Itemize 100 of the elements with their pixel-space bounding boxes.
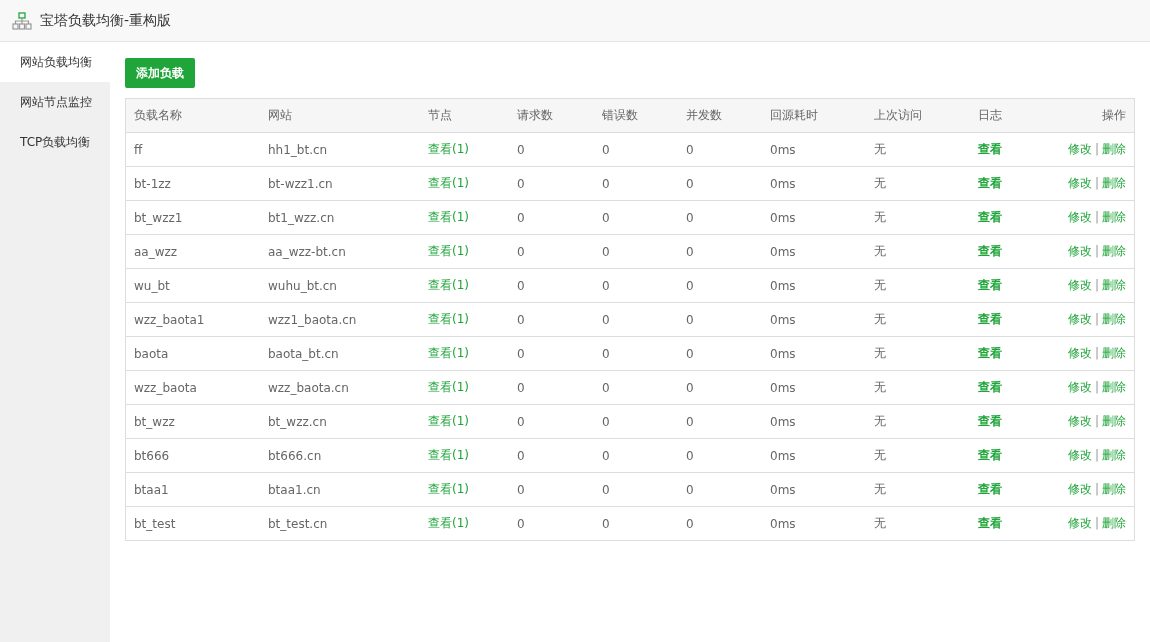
- view-log-link[interactable]: 查看: [978, 448, 1002, 462]
- sidebar-item[interactable]: TCP负载均衡: [0, 122, 110, 162]
- delete-link[interactable]: 删除: [1102, 142, 1126, 156]
- view-nodes-link[interactable]: 查看(1): [428, 482, 469, 496]
- table-cell: hh1_bt.cn: [260, 132, 420, 167]
- table-cell: 无: [866, 472, 970, 507]
- edit-link[interactable]: 修改: [1067, 312, 1092, 326]
- delete-link[interactable]: 删除: [1102, 312, 1126, 326]
- edit-link[interactable]: 修改: [1067, 142, 1092, 156]
- table-cell: 0ms: [762, 234, 866, 269]
- view-log-link[interactable]: 查看: [978, 244, 1002, 258]
- sidebar-item[interactable]: 网站负载均衡: [0, 42, 110, 82]
- delete-link[interactable]: 删除: [1102, 278, 1126, 292]
- view-log-link[interactable]: 查看: [978, 176, 1002, 190]
- table-cell: 无: [866, 302, 970, 337]
- delete-link[interactable]: 删除: [1102, 380, 1126, 394]
- table-cell: 0ms: [762, 404, 866, 439]
- column-header: 并发数: [678, 98, 762, 133]
- table-cell: baota: [125, 336, 260, 371]
- table-cell: 无: [866, 132, 970, 167]
- table-cell: 0: [509, 404, 594, 439]
- edit-link[interactable]: 修改: [1067, 448, 1092, 462]
- separator: |: [1094, 346, 1099, 360]
- view-nodes-link[interactable]: 查看(1): [428, 176, 469, 190]
- table-cell: 0ms: [762, 302, 866, 337]
- separator: |: [1094, 312, 1099, 326]
- window-title: 宝塔负载均衡-重构版: [40, 11, 172, 30]
- table-cell: bt1_wzz.cn: [260, 200, 420, 235]
- table-cell: 0: [509, 234, 594, 269]
- view-log-link[interactable]: 查看: [978, 210, 1002, 224]
- table-cell: 0: [594, 438, 678, 473]
- table-cell: aa_wzz-bt.cn: [260, 234, 420, 269]
- separator: |: [1094, 176, 1099, 190]
- table-cell: 0: [509, 200, 594, 235]
- network-icon: [12, 11, 32, 30]
- delete-link[interactable]: 删除: [1102, 448, 1126, 462]
- view-nodes-link[interactable]: 查看(1): [428, 142, 469, 156]
- edit-link[interactable]: 修改: [1067, 414, 1092, 428]
- edit-link[interactable]: 修改: [1067, 346, 1092, 360]
- table-cell: 0: [509, 268, 594, 303]
- table-cell: 0: [509, 132, 594, 167]
- table-cell: 0: [509, 370, 594, 405]
- separator: |: [1094, 244, 1099, 258]
- view-nodes-link[interactable]: 查看(1): [428, 380, 469, 394]
- view-log-link[interactable]: 查看: [978, 346, 1002, 360]
- table-cell: 无: [866, 370, 970, 405]
- table-cell: 无: [866, 200, 970, 235]
- delete-link[interactable]: 删除: [1102, 414, 1126, 428]
- view-nodes-link[interactable]: 查看(1): [428, 278, 469, 292]
- table-cell: 0: [594, 472, 678, 507]
- separator: |: [1094, 278, 1099, 292]
- view-log-link[interactable]: 查看: [978, 278, 1002, 292]
- delete-link[interactable]: 删除: [1102, 176, 1126, 190]
- view-nodes-link[interactable]: 查看(1): [428, 244, 469, 258]
- view-log-link[interactable]: 查看: [978, 414, 1002, 428]
- table-cell: bt666: [125, 438, 260, 473]
- view-log-link[interactable]: 查看: [978, 312, 1002, 326]
- table-cell: 0: [594, 336, 678, 371]
- table-cell: 0ms: [762, 166, 866, 201]
- edit-link[interactable]: 修改: [1067, 516, 1092, 530]
- table-cell: 0: [678, 132, 762, 167]
- column-header: 网站: [260, 98, 420, 133]
- view-log-link[interactable]: 查看: [978, 380, 1002, 394]
- view-log-link[interactable]: 查看: [978, 142, 1002, 156]
- view-log-link[interactable]: 查看: [978, 482, 1002, 496]
- table-cell: 无: [866, 506, 970, 541]
- table-cell: 0: [509, 336, 594, 371]
- separator: |: [1094, 414, 1099, 428]
- delete-link[interactable]: 删除: [1102, 210, 1126, 224]
- view-nodes-link[interactable]: 查看(1): [428, 346, 469, 360]
- edit-link[interactable]: 修改: [1067, 278, 1092, 292]
- column-header: 错误数: [594, 98, 678, 133]
- separator: |: [1094, 482, 1099, 496]
- table-cell: 0ms: [762, 370, 866, 405]
- view-nodes-link[interactable]: 查看(1): [428, 516, 469, 530]
- edit-link[interactable]: 修改: [1067, 482, 1092, 496]
- delete-link[interactable]: 删除: [1102, 482, 1126, 496]
- delete-link[interactable]: 删除: [1102, 346, 1126, 360]
- edit-link[interactable]: 修改: [1067, 244, 1092, 258]
- view-nodes-link[interactable]: 查看(1): [428, 448, 469, 462]
- delete-link[interactable]: 删除: [1102, 516, 1126, 530]
- view-nodes-link[interactable]: 查看(1): [428, 210, 469, 224]
- table-cell: 0: [509, 506, 594, 541]
- add-button[interactable]: 添加负载: [125, 58, 195, 88]
- table-cell: 0ms: [762, 472, 866, 507]
- table-cell: wzz_baota: [125, 370, 260, 405]
- view-nodes-link[interactable]: 查看(1): [428, 414, 469, 428]
- delete-link[interactable]: 删除: [1102, 244, 1126, 258]
- view-log-link[interactable]: 查看: [978, 516, 1002, 530]
- edit-link[interactable]: 修改: [1067, 176, 1092, 190]
- edit-link[interactable]: 修改: [1067, 210, 1092, 224]
- view-nodes-link[interactable]: 查看(1): [428, 312, 469, 326]
- table-cell: 无: [866, 268, 970, 303]
- edit-link[interactable]: 修改: [1067, 380, 1092, 394]
- table-cell: 0: [594, 268, 678, 303]
- table-cell: 无: [866, 336, 970, 371]
- table-cell: 0: [678, 472, 762, 507]
- table-cell: 0: [678, 370, 762, 405]
- table-cell: 0ms: [762, 268, 866, 303]
- sidebar-item[interactable]: 网站节点监控: [0, 82, 110, 122]
